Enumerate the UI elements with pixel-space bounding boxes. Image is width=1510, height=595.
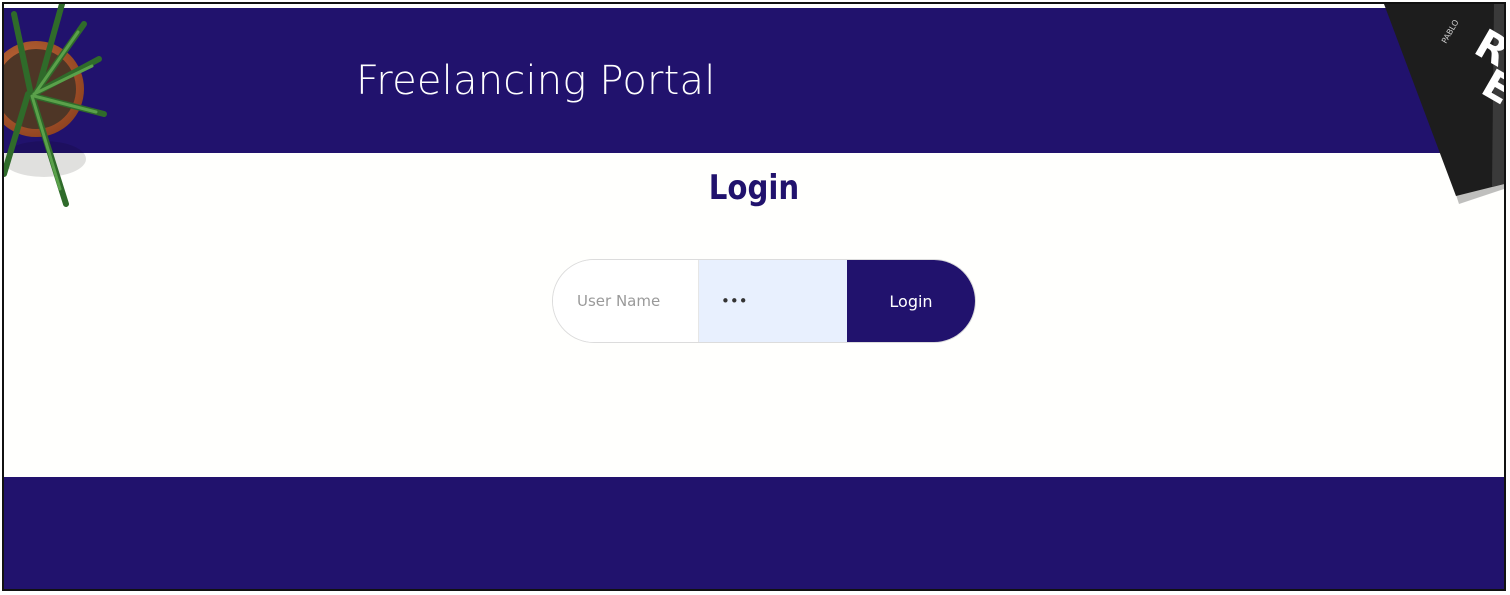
site-header: Freelancing Portal [4,8,1504,153]
password-input[interactable] [699,260,847,342]
username-input[interactable] [553,260,699,342]
login-form: Login [552,259,976,343]
login-heading: Login [708,168,800,208]
site-footer [4,477,1504,589]
browser-viewport: Freelancing Portal R E PABLO Login User … [2,2,1506,591]
potted-plant-image [4,4,107,207]
site-title: Freelancing Portal [356,58,716,104]
book-image: R E PABLO [1384,4,1504,204]
login-button[interactable]: Login [847,260,975,342]
